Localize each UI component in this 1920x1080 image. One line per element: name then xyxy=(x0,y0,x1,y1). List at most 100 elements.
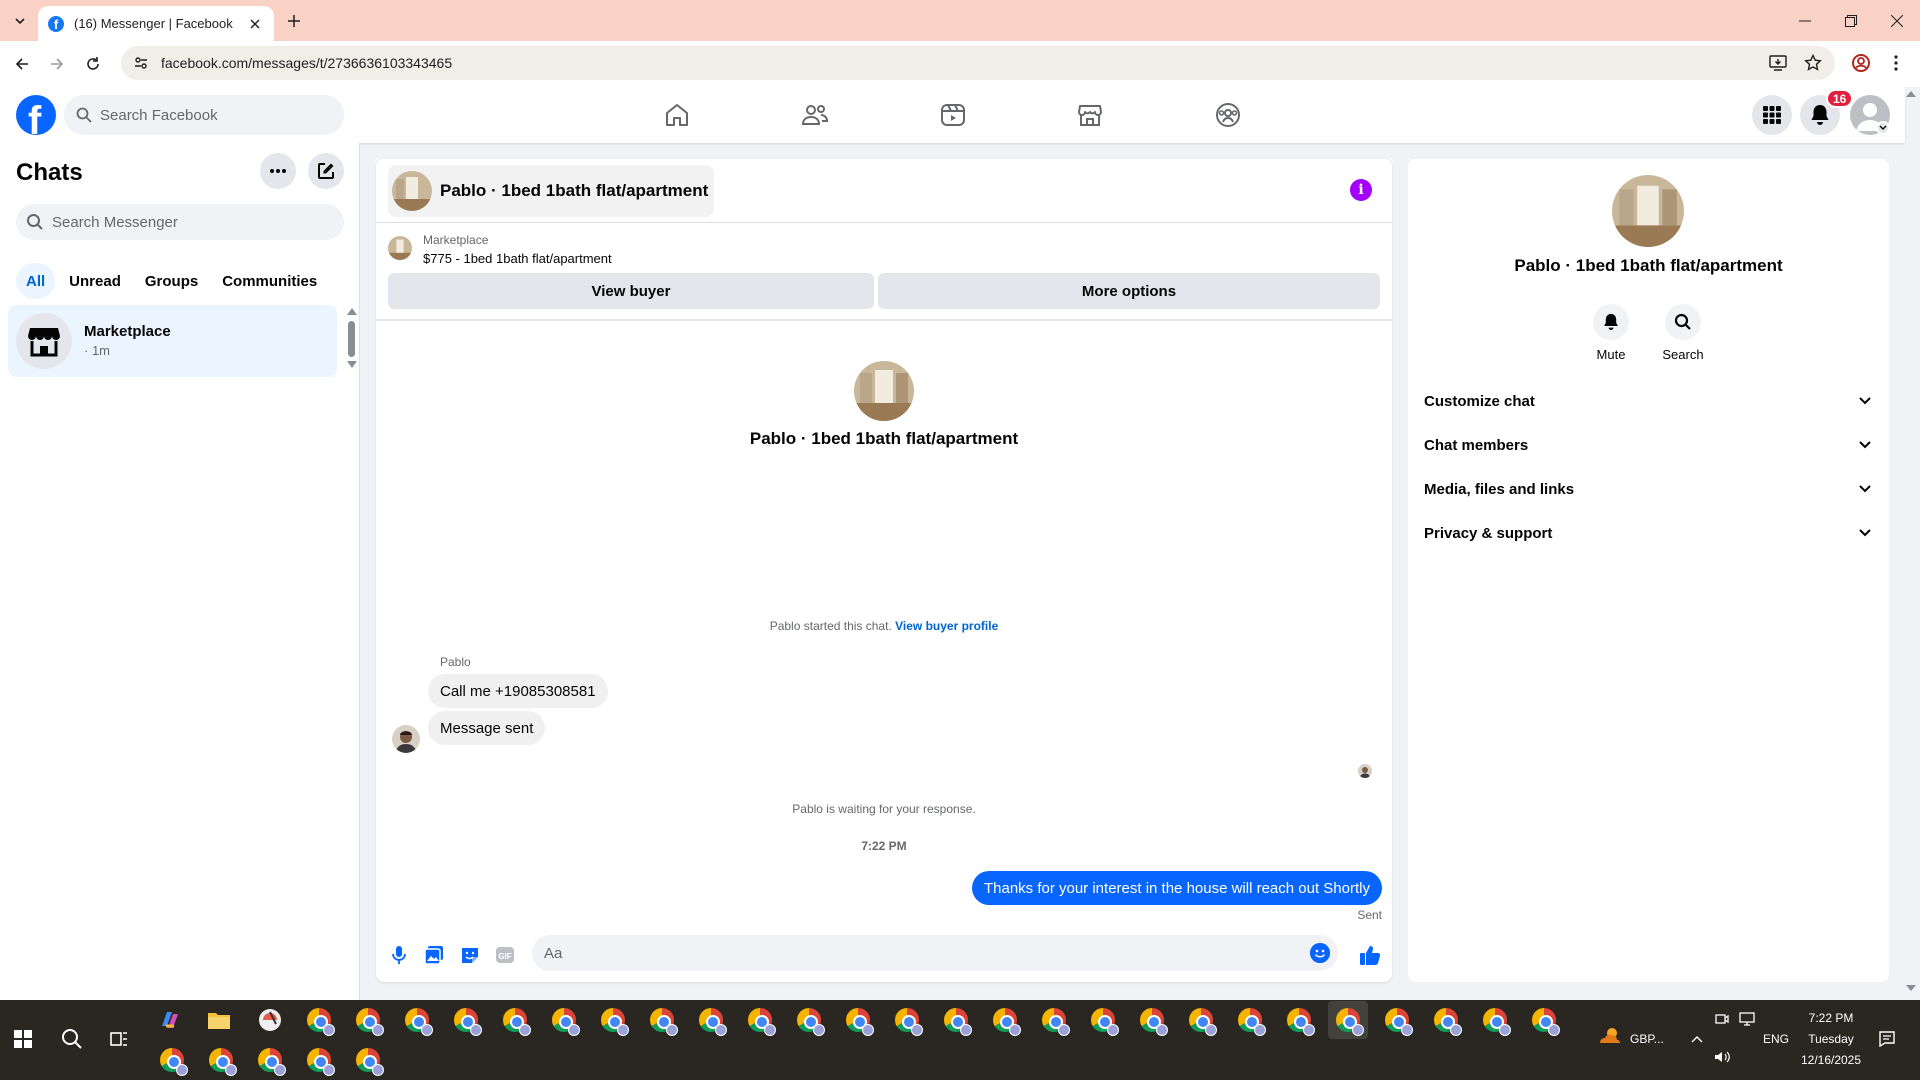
chrome-profile-icon[interactable] xyxy=(152,1041,192,1079)
clock-day[interactable]: Tuesday xyxy=(1801,1032,1861,1046)
close-window-icon[interactable] xyxy=(1874,0,1920,41)
chats-options-more-icon[interactable] xyxy=(260,153,296,189)
filter-communities[interactable]: Communities xyxy=(212,263,327,299)
listing-title[interactable]: $775 - 1bed 1bath flat/apartment xyxy=(423,251,612,266)
new-message-compose-icon[interactable] xyxy=(308,153,344,189)
chrome-profile-icon[interactable] xyxy=(446,1001,486,1039)
site-info-icon[interactable] xyxy=(133,55,149,71)
chrome-profile-icon[interactable] xyxy=(1426,1001,1466,1039)
incoming-message[interactable]: Call me +19085308581 xyxy=(428,674,608,708)
volume-icon[interactable] xyxy=(1702,1038,1742,1076)
chrome-profile-icon[interactable] xyxy=(1475,1001,1515,1039)
conversation-info-icon[interactable]: i xyxy=(1350,179,1372,201)
notification-center-icon[interactable] xyxy=(1867,1020,1907,1058)
chrome-profile-icon[interactable] xyxy=(1083,1001,1123,1039)
chrome-profile-icon[interactable] xyxy=(593,1001,633,1039)
thumbs-up-icon[interactable] xyxy=(1357,942,1383,968)
view-buyer-profile-link[interactable]: View buyer profile xyxy=(895,619,998,633)
chrome-profile-icon[interactable] xyxy=(1524,1001,1564,1039)
copilot-icon[interactable] xyxy=(150,1001,190,1039)
marketplace-icon[interactable] xyxy=(1034,87,1146,143)
bookmark-star-icon[interactable] xyxy=(1797,47,1829,79)
emoji-icon[interactable] xyxy=(1310,943,1330,963)
outgoing-message[interactable]: Thanks for your interest in the house wi… xyxy=(971,871,1382,905)
facebook-search[interactable] xyxy=(64,95,344,135)
sticker-icon[interactable] xyxy=(457,942,483,968)
new-tab-icon[interactable] xyxy=(282,9,306,33)
chat-list-scrollbar[interactable] xyxy=(348,321,355,357)
chrome-profile-icon[interactable] xyxy=(887,1001,927,1039)
chrome-profile-icon-active[interactable] xyxy=(1328,1001,1368,1039)
chrome-profile-icon[interactable] xyxy=(348,1041,388,1079)
chrome-profile-icon[interactable] xyxy=(495,1001,535,1039)
chrome-profile-icon[interactable] xyxy=(985,1001,1025,1039)
chrome-profile-icon[interactable] xyxy=(348,1001,388,1039)
file-explorer-icon[interactable] xyxy=(199,1001,239,1039)
friends-icon[interactable] xyxy=(759,87,871,143)
search-in-chat-button[interactable]: Search xyxy=(1653,304,1713,362)
gif-icon[interactable]: GIF xyxy=(492,942,518,968)
chrome-profile-icon[interactable] xyxy=(250,1041,290,1079)
message-input-field[interactable] xyxy=(532,935,1338,971)
info-avatar[interactable] xyxy=(1612,175,1684,247)
reload-icon[interactable] xyxy=(79,50,107,78)
chrome-profile-icon[interactable] xyxy=(544,1001,584,1039)
photo-attach-icon[interactable] xyxy=(421,942,447,968)
mute-button[interactable]: Mute xyxy=(1581,304,1641,362)
home-icon[interactable] xyxy=(621,87,733,143)
menu-grid-icon[interactable] xyxy=(1752,95,1792,135)
weather-text[interactable]: GBP... xyxy=(1630,1032,1664,1046)
clock-time[interactable]: 7:22 PM xyxy=(1807,1011,1855,1025)
filter-groups[interactable]: Groups xyxy=(135,263,208,299)
chrome-profile-icon[interactable] xyxy=(1181,1001,1221,1039)
more-options-button[interactable]: More options xyxy=(878,273,1380,309)
taskbar-search-icon[interactable] xyxy=(52,1020,92,1058)
chrome-profile-icon[interactable] xyxy=(1132,1001,1172,1039)
minimize-icon[interactable] xyxy=(1782,0,1828,41)
back-icon[interactable] xyxy=(8,50,36,78)
chrome-profile-icon[interactable] xyxy=(740,1001,780,1039)
task-view-icon[interactable] xyxy=(99,1020,139,1058)
messenger-search[interactable] xyxy=(16,204,344,240)
media-files-links-section[interactable]: Media, files and links xyxy=(1424,467,1873,511)
message-input[interactable] xyxy=(544,944,1284,962)
chrome-profile-icon[interactable] xyxy=(201,1041,241,1079)
chrome-profile-icon[interactable] xyxy=(397,1001,437,1039)
tab-search-chevron-icon[interactable] xyxy=(8,9,32,33)
conversation-title-button[interactable]: Pablo · 1bed 1bath flat/apartment xyxy=(388,165,715,217)
address-bar[interactable]: facebook.com/messages/t/2736636103343465 xyxy=(121,46,1835,80)
chrome-profile-icon[interactable] xyxy=(838,1001,878,1039)
view-buyer-button[interactable]: View buyer xyxy=(388,273,874,309)
browser-tab[interactable]: f (16) Messenger | Facebook xyxy=(38,6,274,41)
facebook-logo-icon[interactable]: f xyxy=(16,95,56,135)
restore-icon[interactable] xyxy=(1828,0,1874,41)
chat-members-section[interactable]: Chat members xyxy=(1424,423,1873,467)
chrome-profile-icon[interactable] xyxy=(691,1001,731,1039)
chrome-profile-icon[interactable] xyxy=(1230,1001,1270,1039)
customize-chat-section[interactable]: Customize chat xyxy=(1424,379,1873,423)
chat-list-scroll-up-icon[interactable] xyxy=(347,308,357,315)
facebook-search-input[interactable] xyxy=(100,106,320,124)
chat-list-scroll-down-icon[interactable] xyxy=(347,361,357,368)
page-scroll-up-icon[interactable] xyxy=(1905,90,1917,98)
install-app-icon[interactable] xyxy=(1762,47,1794,79)
chrome-profile-icon[interactable] xyxy=(642,1001,682,1039)
chrome-profile-icon[interactable] xyxy=(1377,1001,1417,1039)
tab-close-icon[interactable] xyxy=(246,15,264,33)
chrome-profile-icon[interactable] xyxy=(789,1001,829,1039)
video-icon[interactable] xyxy=(897,87,1009,143)
chrome-profile-icon[interactable] xyxy=(299,1001,339,1039)
language-indicator[interactable]: ENG xyxy=(1763,1032,1789,1046)
chrome-profile-icon[interactable] xyxy=(299,1041,339,1079)
account-chevron-down-icon[interactable] xyxy=(1876,121,1890,135)
filter-unread[interactable]: Unread xyxy=(59,263,131,299)
clock-date[interactable]: 12/16/2025 xyxy=(1796,1053,1866,1067)
privacy-support-section[interactable]: Privacy & support xyxy=(1424,511,1873,555)
chrome-profile-icon[interactable] xyxy=(1279,1001,1319,1039)
microphone-icon[interactable] xyxy=(386,942,412,968)
sender-avatar[interactable] xyxy=(392,725,420,753)
chat-list-item-marketplace[interactable]: Marketplace · 1m xyxy=(8,305,337,377)
page-scroll-down-icon[interactable] xyxy=(1905,984,1917,992)
url-text[interactable]: facebook.com/messages/t/2736636103343465 xyxy=(161,55,452,71)
chrome-profile-icon[interactable] xyxy=(936,1001,976,1039)
